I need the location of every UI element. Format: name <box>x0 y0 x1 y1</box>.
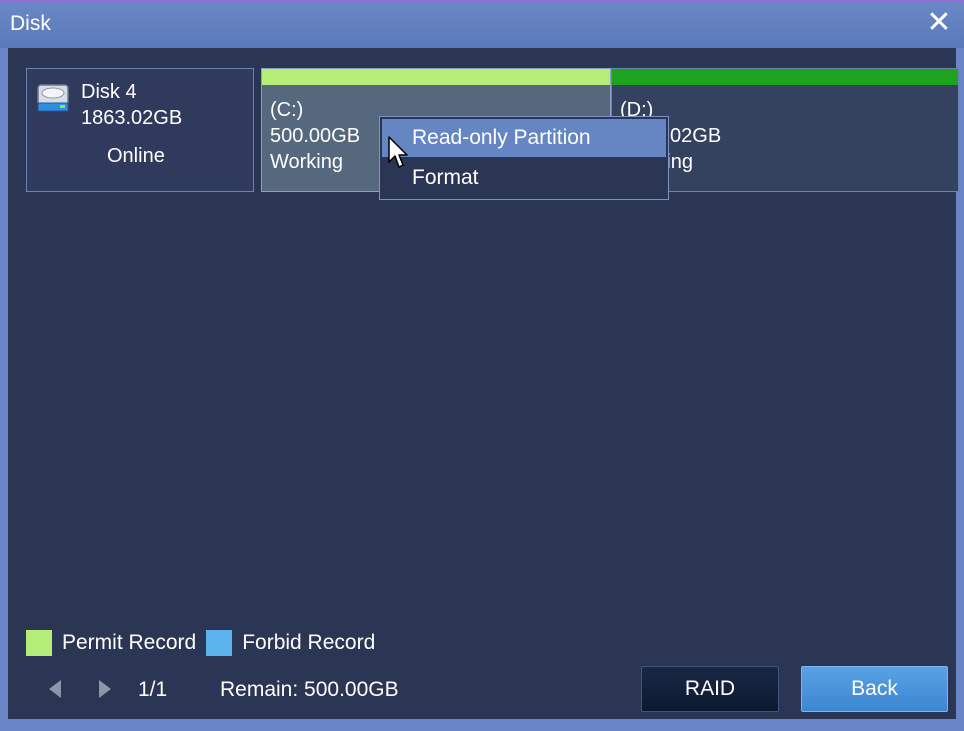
title-bar: Disk ✕ <box>0 0 964 48</box>
partition-status-bar <box>262 69 610 85</box>
mouse-cursor-icon <box>388 136 408 168</box>
previous-page-icon[interactable] <box>46 678 64 700</box>
disk-name: Disk 4 <box>81 81 137 103</box>
close-icon[interactable]: ✕ <box>924 8 954 38</box>
window-frame-left <box>0 48 8 731</box>
disk-status: Online <box>107 145 165 167</box>
menu-item-read-only-partition[interactable]: Read-only Partition <box>382 119 666 157</box>
legend-forbid-record: Forbid Record <box>242 631 376 654</box>
legend-permit-record: Permit Record <box>62 631 197 654</box>
menu-item-format[interactable]: Format <box>382 159 666 197</box>
legend: Permit Record Forbid Record <box>26 628 385 658</box>
partition-size: 500.00GB <box>270 125 361 147</box>
remaining-space: Remain: 500.00GB <box>220 678 399 701</box>
hard-disk-icon <box>37 84 69 112</box>
window-title: Disk <box>10 12 51 35</box>
permit-record-swatch <box>26 630 52 656</box>
back-button[interactable]: Back <box>801 666 948 712</box>
raid-button[interactable]: RAID <box>641 666 779 712</box>
partition-status-bar <box>612 69 958 85</box>
context-menu: Read-only Partition Format <box>379 116 669 200</box>
window-frame-bottom <box>0 719 964 731</box>
page-indicator: 1/1 <box>138 678 168 701</box>
next-page-icon[interactable] <box>96 678 114 700</box>
partition-status: Working <box>270 151 343 173</box>
disk-card[interactable]: Disk 4 1863.02GB Online <box>26 68 254 192</box>
forbid-record-swatch <box>206 630 233 656</box>
disk-size: 1863.02GB <box>81 107 183 129</box>
partition-name: (C:) <box>270 99 304 121</box>
